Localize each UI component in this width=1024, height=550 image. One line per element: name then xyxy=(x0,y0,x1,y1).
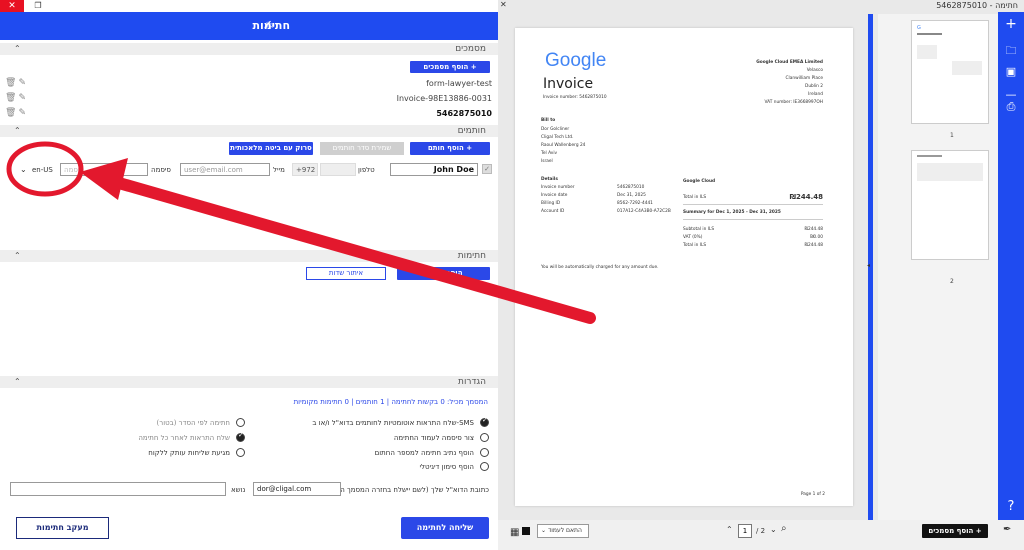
pointer-arrow-head xyxy=(80,158,128,200)
highlight-circle xyxy=(6,141,84,197)
app: ✕ ❐ חתימות ✍ ⌃ מסמכים הוסף מסמכים + 🗑✎ f… xyxy=(0,0,1024,550)
annotation-overlay xyxy=(6,141,596,324)
pointer-arrow-shaft xyxy=(106,175,596,324)
